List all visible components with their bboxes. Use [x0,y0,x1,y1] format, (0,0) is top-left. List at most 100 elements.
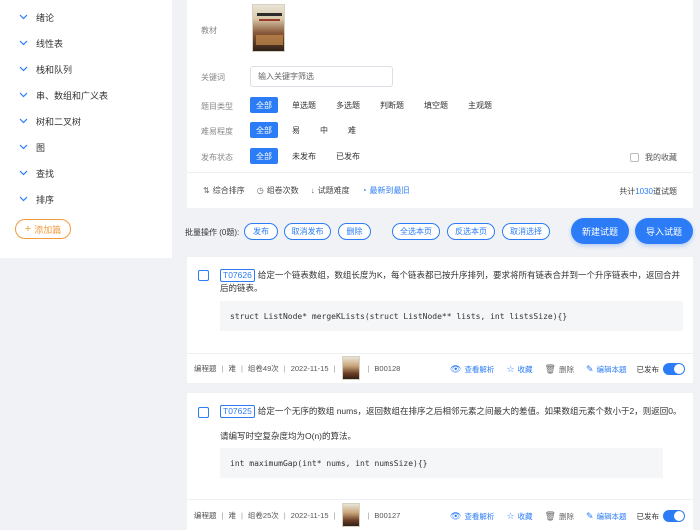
type-option-fill[interactable]: 填空题 [418,97,454,113]
status-label: 已发布 [636,511,660,521]
chapter-label: 排序 [36,194,55,205]
arrow-down-icon: ↓ [310,186,315,195]
question-actions: 👁 查看解析 ☆ 收藏 🗑 删除 ✎ 编辑本题 已发布 [438,510,685,522]
trash-icon: 🗑 [544,363,556,374]
edit-icon: ✎ [585,510,594,521]
chapter-label: 绪论 [36,12,55,23]
question-text: 给定一个无序的数组 nums，返回数组在排序之后相邻元素之间最大的差值。如果数组… [257,406,682,416]
chevron-down-icon [18,12,29,23]
type-option-subjective[interactable]: 主观题 [462,97,498,113]
chapter-item[interactable]: 树和二叉树 [18,114,81,128]
chapter-item[interactable]: 串、数组和广义表 [18,88,108,102]
keyword-input[interactable] [250,66,393,87]
invert-page-button[interactable]: 反选本页 [447,223,495,240]
trash-icon: 🗑 [544,510,556,521]
difficulty-option-easy[interactable]: 易 [286,122,306,138]
question-code: B00127 [374,510,401,520]
question-card: T07625 给定一个无序的数组 nums，返回数组在排序之后相邻元素之间最大的差… [187,393,693,530]
question-date: 2022-11-15 [290,510,329,520]
plus-icon: + [24,223,32,235]
status-label: 已发布 [636,364,660,374]
code-text: int maximumGap(int* nums, int numsSize){… [230,458,428,468]
clear-selection-button[interactable]: 取消选择 [502,223,550,240]
import-question-button[interactable]: 导入试题 [635,218,693,244]
textbook-cover[interactable] [252,4,285,52]
chapter-item[interactable]: 查找 [18,166,54,180]
chevron-down-icon [18,142,29,153]
chapter-item[interactable]: 线性表 [18,36,63,50]
chapter-item[interactable]: 绪论 [18,10,54,24]
favorites-checkbox[interactable]: 我的收藏 [630,152,677,163]
new-question-button[interactable]: 新建试题 [571,218,629,244]
select-page-button[interactable]: 全选本页 [392,223,440,240]
delete-button[interactable]: 删除 [338,223,371,240]
publish-toggle[interactable] [663,510,685,522]
chapter-item[interactable]: 图 [18,140,45,154]
question-type: 编程题 [194,510,217,520]
publish-toggle[interactable] [663,363,685,375]
question-id[interactable]: T07625 [220,405,255,418]
favorites-label: 我的收藏 [645,153,677,162]
batch-toolbar: 批量操作 (0题): 发布 取消发布 删除 全选本页 反选本页 取消选择 新建试… [185,218,693,246]
sort-comprehensive[interactable]: ⇅ 综合排序 [203,185,245,196]
difficulty-option-medium[interactable]: 中 [314,122,334,138]
question-checkbox[interactable] [198,407,209,418]
status-option-all[interactable]: 全部 [250,148,278,164]
sort-difficulty[interactable]: ↓ 试题难度 [311,185,350,196]
difficulty-option-all[interactable]: 全部 [250,122,278,138]
chapter-item[interactable]: 排序 [18,192,54,206]
total-count: 共计1030道试题 [619,186,677,197]
chevron-down-icon [18,64,29,75]
divider [187,353,693,354]
publish-button[interactable]: 发布 [244,223,278,240]
question-meta: 编程题 | 难 | 组卷49次 | 2022-11-15 | | B00128 [194,356,400,380]
chapter-label: 图 [36,142,46,153]
chapter-label: 查找 [36,168,55,179]
type-option-multi[interactable]: 多选题 [330,97,366,113]
question-checkbox[interactable] [198,270,209,281]
view-analysis-button[interactable]: 👁 查看解析 [450,364,494,375]
sort-options: ⇅ 综合排序 ◷ 组卷次数 ↓ 试题难度 ◔ 最新到最旧 [203,185,422,196]
action-label: 收藏 [517,364,533,374]
difficulty-option-hard[interactable]: 难 [342,122,362,138]
sort-icon: ⇅ [203,186,210,195]
publish-status: 已发布 [636,363,685,375]
status-option-unpublished[interactable]: 未发布 [286,148,322,164]
add-chapter-button[interactable]: + 添加篇 [15,219,71,239]
question-id[interactable]: T07626 [220,269,255,282]
chapter-label: 树和二叉树 [36,116,82,127]
action-label: 查看解析 [464,511,495,521]
code-block: struct ListNode* mergeKLists(struct List… [220,301,683,331]
question-actions: 👁 查看解析 ☆ 收藏 🗑 删除 ✎ 编辑本题 已发布 [438,363,685,375]
type-option-single[interactable]: 单选题 [286,97,322,113]
divider [187,172,693,173]
chevron-down-icon [18,168,29,179]
difficulty-label: 难易程度 [201,127,233,136]
difficulty-options: 全部 易 中 难 [250,122,370,138]
favorite-button[interactable]: ☆ 收藏 [506,511,532,522]
code-block: int maximumGap(int* nums, int numsSize){… [220,448,663,478]
eye-icon: 👁 [450,363,462,374]
action-label: 编辑本题 [596,364,627,374]
question-text: 给定一个链表数组，数组长度为K，每个链表都已按升序排列，要求将所有链表合并到一个… [220,270,681,293]
chapter-item[interactable]: 栈和队列 [18,62,72,76]
code-text: struct ListNode* mergeKLists(struct List… [230,311,568,321]
action-label: 查看解析 [464,364,495,374]
delete-question-button[interactable]: 🗑 删除 [545,511,574,522]
edit-question-button[interactable]: ✎ 编辑本题 [586,511,627,522]
star-icon: ☆ [506,510,515,521]
type-option-all[interactable]: 全部 [250,97,278,113]
view-analysis-button[interactable]: 👁 查看解析 [450,511,494,522]
total-number: 1030 [635,187,653,196]
question-usage: 组卷25次 [247,510,279,520]
status-option-published[interactable]: 已发布 [330,148,366,164]
sort-usage-count[interactable]: ◷ 组卷次数 [257,185,299,196]
edit-question-button[interactable]: ✎ 编辑本题 [586,364,627,375]
unpublish-button[interactable]: 取消发布 [284,223,331,240]
favorite-button[interactable]: ☆ 收藏 [506,364,532,375]
clock-icon: ◷ [256,186,264,195]
sort-newest[interactable]: ◔ 最新到最旧 [362,185,410,196]
action-label: 删除 [558,364,574,374]
type-option-judge[interactable]: 判断题 [374,97,410,113]
delete-question-button[interactable]: 🗑 删除 [545,364,574,375]
